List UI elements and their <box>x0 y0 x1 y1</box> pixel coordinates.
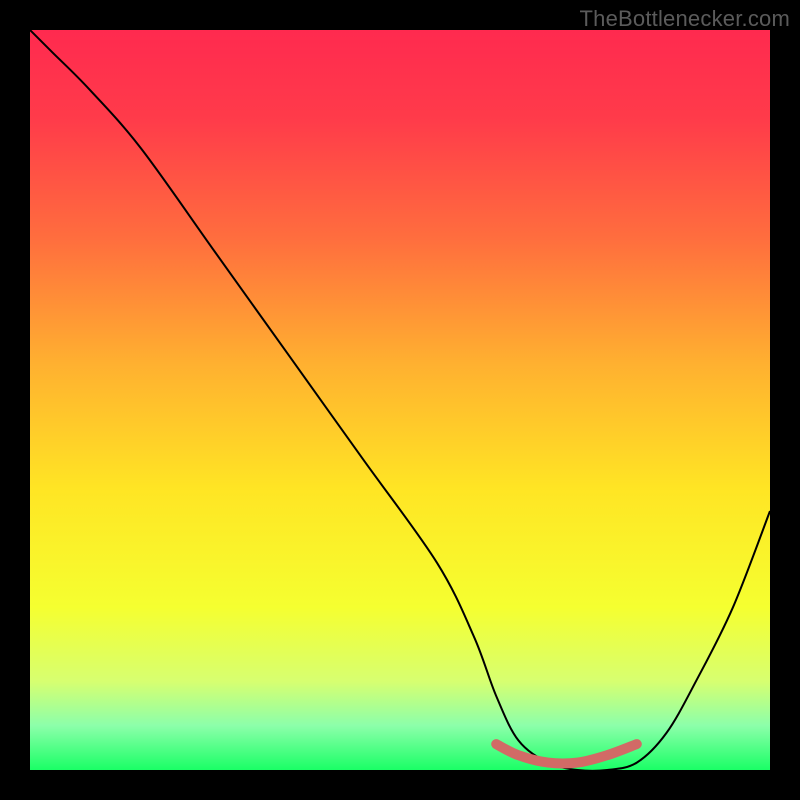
chart-plot-area <box>30 30 770 770</box>
watermark-text: TheBottlenecker.com <box>580 6 790 32</box>
chart-svg <box>30 30 770 770</box>
chart-background <box>30 30 770 770</box>
